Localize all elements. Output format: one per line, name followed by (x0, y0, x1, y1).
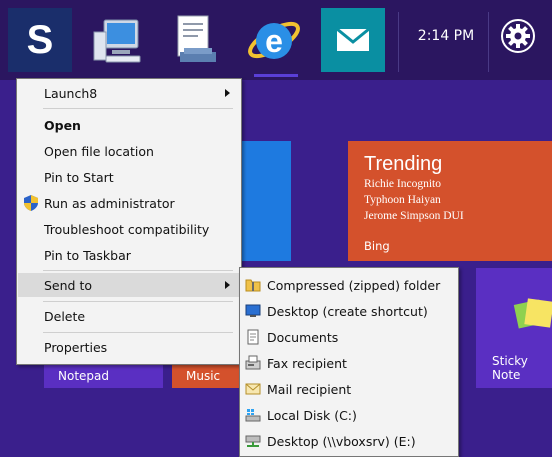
menu-item-label: Pin to Start (44, 169, 114, 185)
zip-folder-icon (245, 279, 261, 292)
uac-shield-icon (24, 195, 38, 211)
sticky-notes-label: Sticky Note (492, 354, 528, 382)
internet-explorer-icon: e (248, 21, 300, 59)
fax-icon (245, 355, 261, 370)
send-to-submenu: Compressed (zipped) folder Desktop (crea… (239, 267, 459, 457)
submenu-item-label: Desktop (\\vboxsrv) (E:) (267, 433, 416, 449)
menu-item-label: Properties (44, 339, 108, 355)
menu-item-properties[interactable]: Properties (18, 335, 240, 359)
send-to-fax-recipient[interactable]: Fax recipient (241, 351, 457, 375)
submenu-item-label: Documents (267, 329, 339, 345)
menu-item-label: Launch8 (44, 85, 98, 101)
send-to-local-disk[interactable]: Local Disk (C:) (241, 403, 457, 427)
menu-separator (43, 332, 233, 333)
taskbar-app-documents[interactable] (164, 8, 228, 72)
desktop-icon (245, 304, 261, 317)
submenu-item-label: Local Disk (C:) (267, 407, 357, 423)
menu-item-pin-to-start[interactable]: Pin to Start (18, 165, 240, 189)
menu-separator (43, 108, 233, 109)
menu-item-send-to[interactable]: Send to (18, 273, 240, 297)
menu-item-pin-to-taskbar[interactable]: Pin to Taskbar (18, 243, 240, 267)
send-to-mail-recipient[interactable]: Mail recipient (241, 377, 457, 401)
mail-recipient-icon (245, 383, 261, 395)
context-menu: Launch8 Open Open file location Pin to S… (16, 78, 242, 365)
sticky-notes-icon (513, 298, 552, 329)
music-tile[interactable]: Music (172, 362, 240, 388)
menu-item-launch8[interactable]: Launch8 (18, 81, 240, 105)
ie-active-indicator (254, 74, 298, 77)
trending-item: Jerome Simpson DUI (364, 210, 464, 222)
mail-icon (336, 28, 370, 51)
submenu-arrow-icon (225, 281, 230, 289)
trending-tile[interactable]: Trending Richie Incognito Typhoon Haiyan… (348, 141, 552, 261)
menu-item-delete[interactable]: Delete (18, 304, 240, 328)
taskbar-separator (398, 12, 399, 72)
taskbar-app-computer[interactable] (86, 8, 150, 72)
trending-title: Trending (364, 153, 443, 175)
taskbar-separator (488, 12, 489, 72)
menu-item-label: Send to (44, 277, 93, 293)
send-to-desktop-shortcut[interactable]: Desktop (create shortcut) (241, 299, 457, 323)
menu-item-label: Delete (44, 308, 86, 324)
documents-icon (247, 329, 259, 345)
sticky-notes-tile[interactable]: Sticky Note (476, 268, 552, 388)
clock: 2:14 PM (417, 28, 475, 44)
svg-text:e: e (265, 23, 283, 59)
submenu-arrow-icon (225, 89, 230, 97)
music-label: Music (186, 369, 221, 383)
menu-item-open-file-location[interactable]: Open file location (18, 139, 240, 163)
trending-source: Bing (364, 239, 390, 253)
menu-item-label: Open (44, 117, 81, 133)
menu-item-label: Open file location (44, 143, 154, 159)
menu-item-open[interactable]: Open (18, 113, 240, 137)
send-to-compressed-folder[interactable]: Compressed (zipped) folder (241, 273, 457, 297)
network-drive-icon (245, 435, 261, 447)
menu-item-label: Run as administrator (44, 195, 175, 211)
menu-item-run-as-administrator[interactable]: Run as administrator (18, 191, 240, 215)
softpedia-s-icon: S (26, 17, 54, 62)
trending-item: Typhoon Haiyan (364, 194, 441, 206)
settings-gear-icon[interactable] (500, 18, 536, 54)
taskbar-app-mail[interactable] (321, 8, 385, 72)
menu-item-troubleshoot-compatibility[interactable]: Troubleshoot compatibility (18, 217, 240, 241)
menu-item-label: Troubleshoot compatibility (44, 221, 210, 237)
menu-separator (43, 270, 233, 271)
submenu-item-label: Desktop (create shortcut) (267, 303, 428, 319)
send-to-documents[interactable]: Documents (241, 325, 457, 349)
submenu-item-label: Mail recipient (267, 381, 352, 397)
taskbar: S e 2:14 PM (0, 0, 552, 80)
trending-item: Richie Incognito (364, 178, 441, 190)
document-icon (177, 15, 216, 62)
notepad-label: Notepad (58, 369, 109, 383)
send-to-network-desktop[interactable]: Desktop (\\vboxsrv) (E:) (241, 429, 457, 453)
submenu-item-label: Fax recipient (267, 355, 347, 371)
submenu-item-label: Compressed (zipped) folder (267, 277, 441, 293)
menu-item-label: Pin to Taskbar (44, 247, 131, 263)
local-disk-icon (245, 409, 261, 422)
taskbar-app-softpedia[interactable]: S (8, 8, 72, 72)
computer-icon (93, 19, 141, 63)
taskbar-app-internet-explorer[interactable]: e (242, 8, 306, 72)
notepad-tile[interactable]: Notepad (44, 362, 163, 388)
menu-separator (43, 301, 233, 302)
